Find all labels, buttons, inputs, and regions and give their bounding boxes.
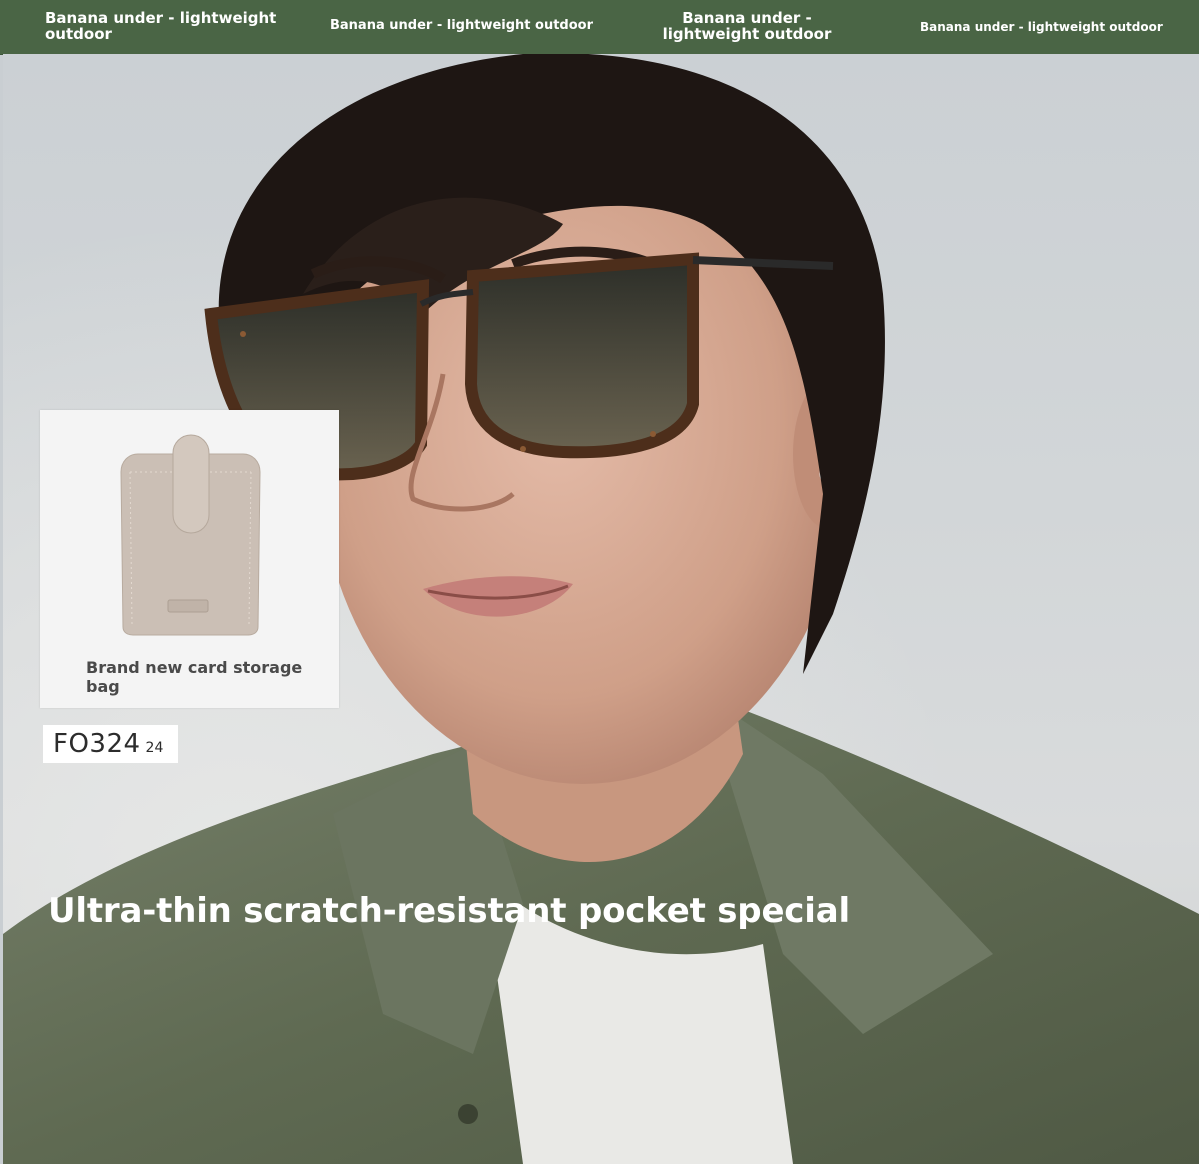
model-number: 24: [145, 740, 164, 756]
pouch-flap: [172, 434, 210, 534]
tortoise-dot: [520, 446, 526, 452]
card-storage-bag-panel[interactable]: Brand new card storage bag: [40, 410, 339, 708]
lens-right: [464, 252, 699, 459]
banner-text[interactable]: Banana under - lightweight outdoor: [330, 18, 600, 34]
product-page: Banana under - lightweight outdoor Banan…: [0, 0, 1199, 1164]
banner-text[interactable]: Banana under - lightweight outdoor: [920, 19, 1180, 35]
top-banner: Banana under - lightweight outdoor Banan…: [0, 0, 1199, 55]
tortoise-dot: [650, 431, 656, 437]
model-code: FO324: [53, 729, 141, 759]
shirt-button: [458, 1104, 478, 1124]
headline: Ultra-thin scratch-resistant pocket spec…: [48, 891, 850, 931]
banner-text[interactable]: Banana under - lightweight outdoor: [635, 10, 859, 42]
banner-text[interactable]: Banana under - lightweight outdoor: [45, 10, 285, 42]
card-pouch-image: [120, 434, 261, 636]
card-caption: Brand new card storage bag: [86, 658, 303, 696]
tortoise-dot: [240, 331, 246, 337]
pouch-logo: [167, 599, 209, 613]
model-code-badge: FO324 24: [43, 725, 178, 763]
